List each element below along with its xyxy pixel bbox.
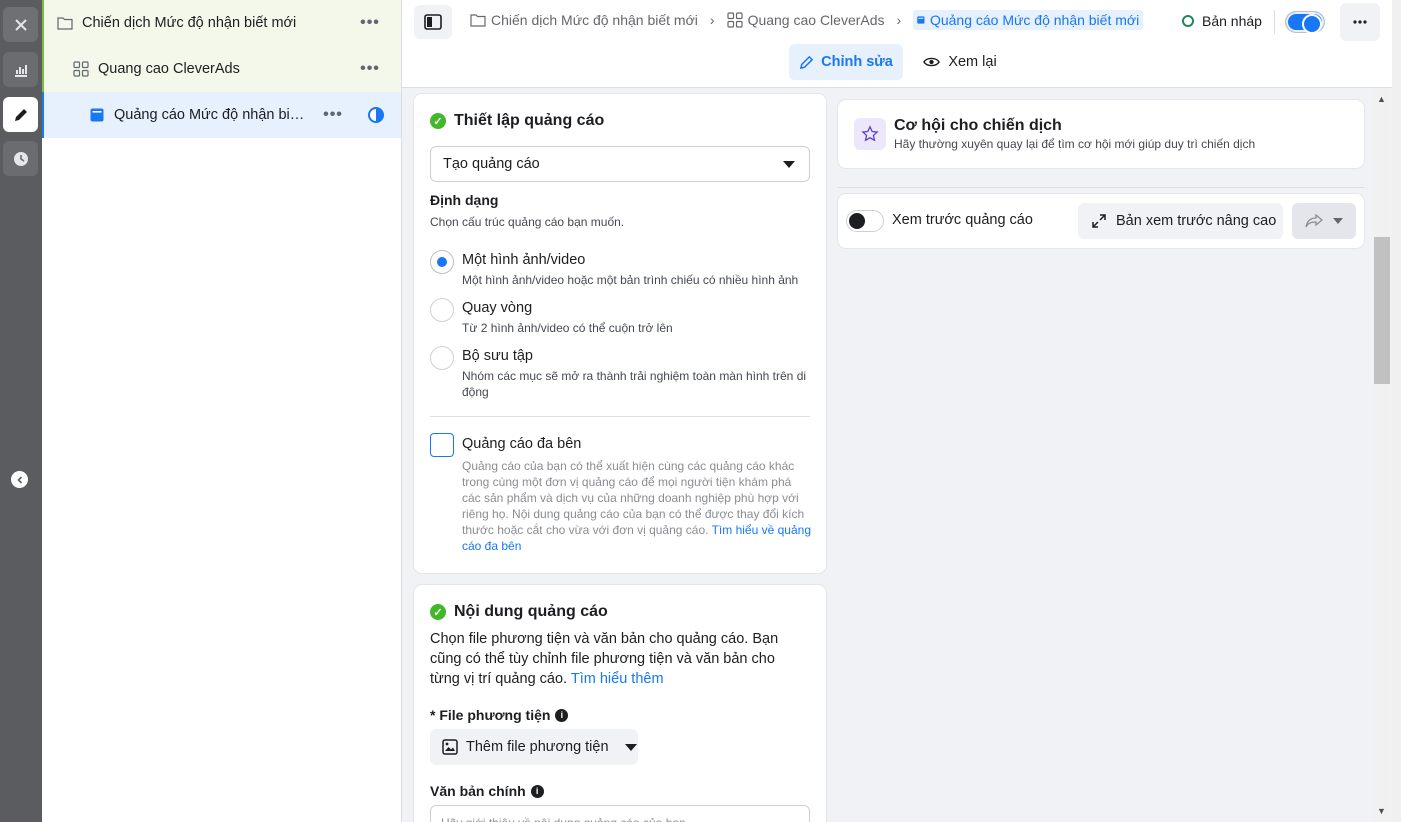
caret-down-icon (624, 743, 637, 751)
create-ad-select[interactable]: Tạo quảng cáo (430, 146, 810, 182)
divider (838, 187, 1364, 188)
preview-label: Xem trước quảng cáo (892, 212, 1033, 228)
multi-advertiser-label: Quảng cáo đa bên (462, 436, 582, 452)
divider (430, 416, 810, 417)
learn-more-link[interactable]: Tìm hiểu thêm (571, 671, 664, 687)
ad-preview-card: Xem trước quảng cáo Bản xem trước nâng c… (838, 194, 1364, 248)
info-icon[interactable]: i (530, 784, 544, 798)
collapse-icon[interactable] (11, 471, 28, 488)
check-icon: ✓ (430, 113, 446, 129)
left-rail (0, 0, 42, 822)
opportunity-subtitle: Hãy thường xuyên quay lại để tìm cơ hội … (894, 137, 1256, 151)
top-bar: Chiến dịch Mức độ nhận biết mới › Quang … (402, 0, 1392, 88)
radio-button[interactable] (430, 346, 454, 370)
tree-item-adset[interactable]: Quang cao CleverAds ••• (42, 46, 401, 92)
share-icon (1305, 214, 1323, 228)
eye-icon (923, 57, 941, 67)
chevron-right-icon: › (896, 12, 902, 28)
image-icon (442, 739, 458, 755)
breadcrumb-campaign[interactable]: Chiến dịch Mức độ nhận biết mới (470, 12, 698, 28)
ad-content-card: ✓ Nội dung quảng cáo Chọn file phương ti… (414, 585, 826, 822)
divider (1274, 10, 1275, 34)
caret-down-icon (1333, 218, 1343, 224)
grid-icon (72, 60, 90, 78)
draft-status-icon (1182, 15, 1194, 27)
publish-toggle[interactable] (1285, 11, 1325, 34)
format-option-single[interactable]: Một hình ảnh/video Một hình ảnh/video ho… (430, 250, 810, 290)
card-title: ✓ Thiết lập quảng cáo (430, 112, 604, 130)
check-icon: ✓ (430, 604, 446, 620)
info-icon[interactable]: i (555, 708, 569, 722)
card-title: ✓ Nội dung quảng cáo (430, 603, 608, 621)
content-description: Chọn file phương tiện và văn bản cho quả… (430, 631, 779, 687)
caret-down-icon (783, 161, 795, 168)
tree-item-label: Quang cao CleverAds (98, 61, 240, 77)
more-options-icon[interactable]: ••• (357, 14, 383, 32)
more-options-icon[interactable]: ••• (357, 60, 383, 78)
multi-advertiser-description: Quảng cáo của bạn có thể xuất hiện cùng … (462, 459, 811, 553)
primary-text-input[interactable]: Hãy giới thiệu về nội dung quảng cáo của… (430, 805, 810, 822)
more-button[interactable] (1340, 3, 1380, 41)
radio-button[interactable] (430, 298, 454, 322)
format-option-collection[interactable]: Bộ sưu tập Nhóm các mục sẽ mở ra thành t… (430, 346, 810, 402)
edit-mode-button[interactable]: Chỉnh sửa (789, 44, 903, 80)
breadcrumb-adset[interactable]: Quang cao CleverAds (726, 12, 885, 28)
tree-item-ad[interactable]: Quảng cáo Mức độ nhận biết ... ••• (42, 92, 401, 138)
ad-icon (88, 106, 106, 124)
format-subtitle: Chọn cấu trúc quảng cáo bạn muốn. (430, 215, 625, 229)
chart-icon[interactable] (3, 52, 38, 87)
tree-item-label: Quảng cáo Mức độ nhận biết ... (114, 107, 310, 123)
chevron-right-icon: › (709, 12, 715, 28)
folder-icon (470, 14, 486, 27)
status-badge: Bản nháp (1182, 13, 1262, 29)
review-mode-button[interactable]: Xem lại (918, 44, 1002, 80)
folder-icon (56, 14, 74, 32)
add-media-button[interactable]: Thêm file phương tiện (430, 729, 638, 765)
campaign-opportunity-card: Cơ hội cho chiến dịch Hãy thường xuyên q… (838, 100, 1364, 168)
media-field-label: * File phương tiện i (430, 707, 569, 723)
more-options-icon[interactable]: ••• (320, 106, 346, 124)
scroll-up-icon[interactable]: ▲ (1377, 94, 1386, 104)
breadcrumb-ad[interactable]: Quảng cáo Mức độ nhận biết mới (913, 10, 1144, 30)
pencil-icon (799, 55, 814, 69)
pencil-icon[interactable] (3, 97, 38, 132)
scroll-down-icon[interactable]: ▼ (1377, 806, 1386, 816)
close-icon[interactable] (3, 7, 38, 42)
tree-item-label: Chiến dịch Mức độ nhận biết mới (82, 15, 297, 31)
share-button[interactable] (1292, 203, 1356, 239)
window-scrollbar[interactable] (1392, 0, 1401, 822)
ad-icon (917, 16, 925, 24)
breadcrumb: Chiến dịch Mức độ nhận biết mới › Quang … (470, 10, 1144, 30)
scrollbar-thumb[interactable] (1374, 237, 1390, 384)
star-icon (854, 118, 886, 150)
preview-toggle[interactable] (846, 210, 884, 232)
half-circle-icon (368, 107, 384, 123)
history-icon[interactable] (3, 141, 38, 176)
expand-icon (1092, 214, 1106, 228)
tree-item-campaign[interactable]: Chiến dịch Mức độ nhận biết mới ••• (42, 0, 401, 46)
format-option-carousel[interactable]: Quay vòng Từ 2 hình ảnh/video có thể cuộ… (430, 298, 810, 338)
opportunity-title: Cơ hội cho chiến dịch (894, 117, 1062, 134)
advanced-preview-button[interactable]: Bản xem trước nâng cao (1078, 203, 1283, 239)
multi-advertiser-checkbox[interactable] (430, 433, 454, 457)
format-heading: Định dạng (430, 192, 499, 208)
scrollbar-track[interactable] (1374, 88, 1390, 822)
campaign-tree: Chiến dịch Mức độ nhận biết mới ••• Quan… (42, 0, 402, 822)
primary-text-label: Văn bản chính i (430, 783, 544, 799)
grid-icon (726, 12, 743, 28)
sidebar-toggle-icon[interactable] (414, 5, 452, 39)
ad-setup-card: ✓ Thiết lập quảng cáo Tạo quảng cáo Định… (414, 94, 826, 573)
radio-button[interactable] (430, 250, 454, 274)
